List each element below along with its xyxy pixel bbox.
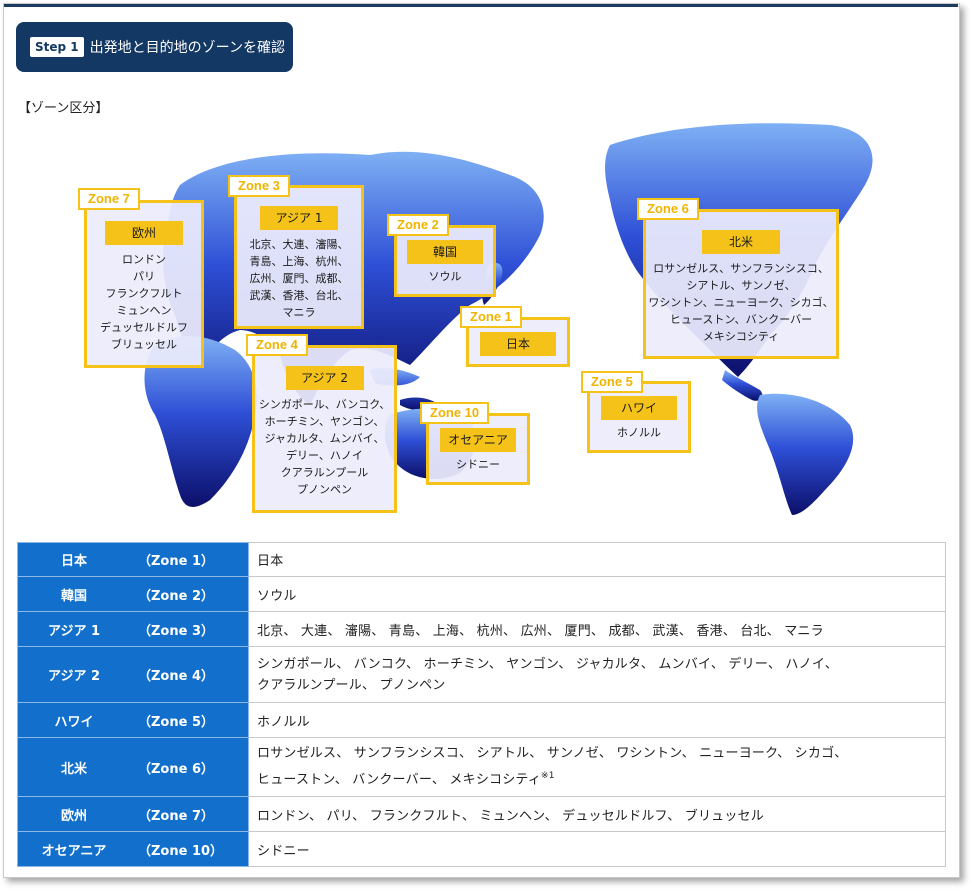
zone-name: 欧州 <box>60 808 87 824</box>
zone-10-region: オセアニア <box>440 428 516 452</box>
zone-7-tag: Zone 7 <box>78 188 140 210</box>
zone-2-cities: ソウル <box>428 270 462 283</box>
zone-2-region: 韓国 <box>407 240 483 264</box>
zone-name: アジア 1 <box>47 623 101 639</box>
step-header: Step 1 出発地と目的地のゾーンを確認 <box>16 22 293 72</box>
step-title: 出発地と目的地のゾーンを確認 <box>89 40 285 56</box>
zone-cities: シンガポール、 バンコク、 ホーチミン、 ヤンゴン、 ジャカルタ、 ムンバイ、 … <box>248 646 946 703</box>
zone-name: ハワイ <box>54 714 94 730</box>
south-america-landmass <box>757 393 854 515</box>
zone-1-tag: Zone 1 <box>460 306 522 328</box>
zone-6-box: 北米 ロサンゼルス、サンフランシスコ、 シアトル、サンノゼ、 ワシントン、ニュー… <box>643 209 839 359</box>
zone-4-box: アジア 2 シンガポール、バンコク、 ホーチミン、ヤンゴン、 ジャカルタ、ムンバ… <box>252 345 397 513</box>
zone-code: （Zone 10） <box>138 843 224 859</box>
zone-name: 北米 <box>60 761 87 777</box>
table-row: ハワイ （Zone 5） ホノルル <box>17 702 946 738</box>
table-row: オセアニア （Zone 10） シドニー <box>17 831 946 867</box>
zone-5-tag: Zone 5 <box>581 371 643 393</box>
zone-6-region: 北米 <box>702 230 780 254</box>
zone-5-region: ハワイ <box>601 396 677 420</box>
zone-3-box: アジア 1 北京、大連、瀋陽、 青島、上海、杭州、 広州、厦門、成都、 武漢、香… <box>234 185 364 329</box>
zone-10-cities: シドニー <box>456 458 500 471</box>
zone-code: （Zone 3） <box>138 623 215 639</box>
table-row: 欧州 （Zone 7） ロンドン、 パリ、 フランクフルト、 ミュンヘン、 デュッ… <box>17 796 946 832</box>
zone-name: 韓国 <box>60 588 87 604</box>
zone-4-region: アジア 2 <box>285 366 364 390</box>
zone-cities: ホノルル <box>248 702 946 738</box>
zone-5-cities: ホノルル <box>617 426 661 439</box>
zone-4-cities: シンガポール、バンコク、 ホーチミン、ヤンゴン、 ジャカルタ、ムンバイ、 デリー… <box>258 398 391 496</box>
zone-cities: シドニー <box>248 831 946 867</box>
zone-cities: 日本 <box>248 542 946 577</box>
zone-code: （Zone 5） <box>138 714 215 730</box>
zone-cities-cell: ロサンゼルス、 サンフランシスコ、 シアトル、 サンノゼ、 ワシントン、 ニュー… <box>248 737 946 797</box>
zone-7-cities: ロンドン パリ フランクフルト ミュンヘン デュッセルドルフ ブリュッセル <box>100 253 188 351</box>
table-row: 日本 （Zone 1） 日本 <box>17 542 946 577</box>
zone-name: 日本 <box>60 554 87 569</box>
zone-code: （Zone 4） <box>138 669 215 684</box>
table-row: アジア 1 （Zone 3） 北京、 大連、 瀋陽、 青島、 上海、 杭州、 広州… <box>17 611 946 647</box>
step-badge: Step 1 <box>30 37 84 57</box>
zone-table: 日本 （Zone 1） 日本 韓国 （Zone 2） ソウル アジア 1 （Zone … <box>17 542 946 867</box>
zone-10-tag: Zone 10 <box>420 402 490 424</box>
zone-6-tag: Zone 6 <box>637 198 699 220</box>
table-row: アジア 2 （Zone 4） シンガポール、 バンコク、 ホーチミン、 ヤンゴン、… <box>17 646 946 703</box>
zone-3-cities: 北京、大連、瀋陽、 青島、上海、杭州、 広州、厦門、成都、 武漢、香港、台北、 … <box>249 238 349 319</box>
zone-cities: ソウル <box>248 576 946 612</box>
zone-name: アジア 2 <box>47 669 101 684</box>
zone-6-cities: ロサンゼルス、サンフランシスコ、 シアトル、サンノゼ、 ワシントン、ニューヨーク… <box>648 262 834 343</box>
world-zone-map: 欧州 ロンドン パリ フランクフルト ミュンヘン デュッセルドルフ ブリュッセル… <box>70 115 890 515</box>
zone-cities: 北京、 大連、 瀋陽、 青島、 上海、 杭州、 広州、 厦門、 成都、 武漢、 … <box>248 611 946 647</box>
top-divider <box>4 4 958 7</box>
zone-cities: ロンドン、 パリ、 フランクフルト、 ミュンヘン、 デュッセルドルフ、 ブリュッ… <box>248 796 946 832</box>
zone-code: （Zone 7） <box>138 808 215 824</box>
table-row: 北米 （Zone 6） ロサンゼルス、 サンフランシスコ、 シアトル、 サンノゼ、… <box>17 737 946 797</box>
zone-4-tag: Zone 4 <box>246 334 308 356</box>
zone-code: （Zone 1） <box>138 554 215 569</box>
zone-3-tag: Zone 3 <box>228 175 290 197</box>
footnote-marker: ※1 <box>541 770 555 781</box>
zone-2-tag: Zone 2 <box>387 214 449 236</box>
zone-7-region: 欧州 <box>105 221 183 245</box>
central-america-landmass <box>722 370 763 401</box>
zone-name: オセアニア <box>41 843 107 859</box>
zone-code: （Zone 6） <box>138 761 215 777</box>
zone-section-heading: 【ゾーン区分】 <box>18 101 109 116</box>
zone-1-region: 日本 <box>480 332 556 356</box>
zone-code: （Zone 2） <box>138 588 215 604</box>
zone-7-box: 欧州 ロンドン パリ フランクフルト ミュンヘン デュッセルドルフ ブリュッセル <box>84 200 204 368</box>
zone-3-region: アジア 1 <box>260 206 338 230</box>
table-row: 韓国 （Zone 2） ソウル <box>17 576 946 612</box>
